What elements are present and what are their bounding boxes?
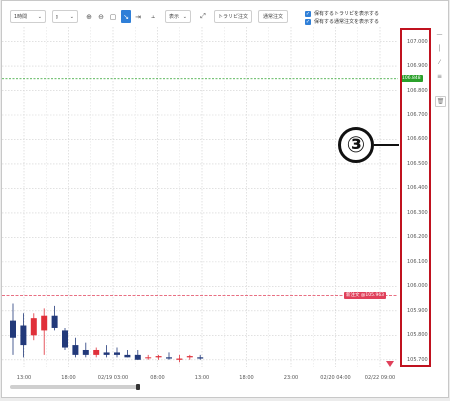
callout-number: ③: [338, 127, 374, 163]
chevron-down-icon: ⌄: [69, 13, 74, 20]
candle-body: [41, 315, 48, 331]
time-tick-label: 02/19 03:00: [97, 375, 129, 381]
candle-body: [10, 320, 16, 338]
show-normal-label: 保有する通常注文を表示する: [314, 19, 380, 25]
fit-icon[interactable]: ▢: [108, 10, 118, 23]
timeframe-value: 1時間: [14, 14, 28, 20]
time-tick-label: 18:00: [61, 375, 76, 381]
chart-toolbar: 1時間 ⌄ ⫾ ⌄ ⊕ ⊖ ▢ ↘ ⇥ ⫠ 表示 ⌄ ⤢ トラリピ注文 通常注文…: [2, 1, 448, 27]
time-tick-label: 02/20 04:00: [320, 375, 351, 381]
auto-scale-icon[interactable]: ↘: [121, 10, 131, 23]
chart-lines: [2, 78, 398, 367]
candle-body: [124, 354, 131, 358]
trailing-order-button[interactable]: トラリピ注文: [214, 10, 252, 23]
normal-order-button[interactable]: 通常注文: [258, 10, 288, 23]
order-line-label: 新注文 @105.963: [344, 291, 387, 299]
order-marker-icon: [386, 361, 394, 367]
timeframe-select[interactable]: 1時間 ⌄: [10, 10, 46, 23]
candle-body: [93, 349, 100, 355]
time-tick-label: 18:00: [239, 375, 254, 381]
scroll-to-end-icon[interactable]: ⇥: [133, 10, 143, 23]
vertical-line-icon[interactable]: │: [435, 44, 444, 53]
price-axis-highlight: [400, 28, 431, 367]
candle-body: [155, 356, 162, 358]
show-trailing-label: 保有するトラリピを表示する: [314, 11, 380, 17]
minus-icon[interactable]: —: [435, 30, 444, 39]
candle-body: [166, 357, 172, 359]
trash-icon[interactable]: 🗑: [435, 96, 446, 107]
checkmark-icon: ✓: [305, 18, 311, 25]
display-label: 表示: [169, 14, 180, 20]
time-tick-label: 23:00: [283, 375, 299, 381]
drawing-toolbar: — │ ⁄ ≡ 🗑: [432, 28, 447, 118]
candle-body: [20, 325, 27, 346]
chart-grid: [2, 27, 398, 367]
fullscreen-icon[interactable]: ⤢: [198, 10, 208, 23]
candles: [10, 303, 204, 363]
chart-window: 1時間 ⌄ ⫾ ⌄ ⊕ ⊖ ▢ ↘ ⇥ ⫠ 表示 ⌄ ⤢ トラリピ注文 通常注文…: [1, 0, 449, 398]
candle-body: [145, 357, 152, 359]
scrollbar-handle[interactable]: [136, 384, 140, 390]
zoom-in-icon[interactable]: ⊕: [84, 10, 94, 23]
candle-body: [103, 352, 110, 355]
time-tick-label: 13:00: [194, 375, 210, 381]
candle-body: [176, 358, 183, 360]
show-normal-checkbox[interactable]: ✓ 保有する通常注文を表示する: [305, 18, 379, 25]
candle-body: [186, 356, 193, 358]
candle-body: [62, 330, 68, 348]
zoom-out-icon[interactable]: ⊖: [96, 10, 106, 23]
callout-line: [374, 144, 399, 146]
candle-body: [72, 345, 79, 355]
indicator-icon[interactable]: ⫠: [148, 10, 158, 23]
time-tick-label: 08:00: [150, 375, 165, 381]
show-trailing-checkbox[interactable]: ✓ 保有するトラリピを表示する: [305, 10, 379, 17]
chevron-down-icon: ⌄: [37, 13, 42, 20]
display-select[interactable]: 表示 ⌄: [165, 10, 191, 23]
candle-body: [51, 315, 58, 328]
time-tick-label: 13:00: [16, 375, 32, 381]
candle-body: [82, 349, 89, 355]
candle-body: [114, 352, 120, 355]
chevron-down-icon: ⌄: [182, 13, 187, 20]
horizontal-scrollbar[interactable]: [10, 385, 140, 389]
time-tick-label: 02/22 09:00: [364, 375, 396, 381]
candle-body: [197, 357, 204, 359]
candle-body: [134, 354, 141, 360]
time-axis: 13:00 18:00 02/19 03:00 08:00 13:00 18:00 23:0…: [2, 371, 398, 383]
candle-body: [30, 318, 37, 336]
checkmark-icon: ✓: [305, 10, 311, 17]
candlestick-icon: ⫾: [56, 13, 58, 20]
text-icon[interactable]: ≡: [435, 72, 444, 81]
price-chart[interactable]: [2, 27, 398, 367]
trend-line-icon[interactable]: ⁄: [435, 58, 444, 67]
chart-type-select[interactable]: ⫾ ⌄: [52, 10, 78, 23]
